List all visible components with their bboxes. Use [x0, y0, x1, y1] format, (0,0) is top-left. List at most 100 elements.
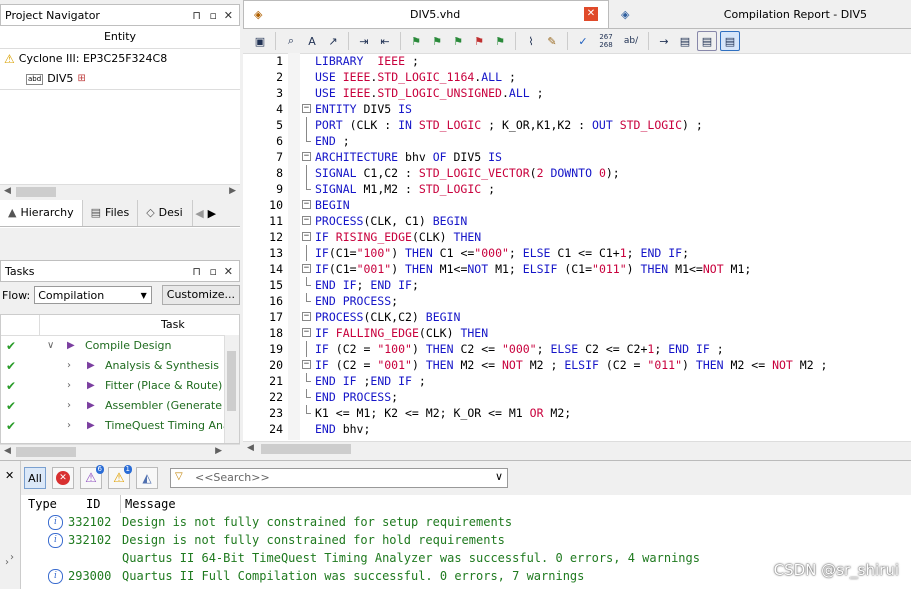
- tasks-pin-icon[interactable]: ⊓: [192, 261, 201, 283]
- task-hscrollbar[interactable]: ◀ ▶: [0, 444, 240, 460]
- task-row[interactable]: ✔ › ▶ TimeQuest Timing Analy:: [1, 416, 239, 436]
- messages-expand-icon[interactable]: ›: [5, 557, 9, 568]
- filter-warning-button[interactable]: ⚠ 1: [108, 465, 132, 489]
- task-vscroll-thumb[interactable]: [227, 351, 236, 411]
- task-row[interactable]: ✔ › ▶ Fitter (Place & Route): [1, 376, 239, 396]
- goto-icon[interactable]: ↗: [324, 32, 342, 50]
- tab-div5-vhd[interactable]: ◈ DIV5.vhd ✕: [243, 0, 609, 28]
- editor-hscrollbar[interactable]: ◀: [243, 441, 911, 457]
- bookmark-all-icon[interactable]: ⚑: [491, 32, 509, 50]
- pin-icon[interactable]: ⊓: [192, 5, 201, 27]
- navigator-hscrollbar[interactable]: ◀ ▶: [0, 184, 240, 200]
- restore-icon[interactable]: ▫: [210, 5, 217, 27]
- filter-critical-warning-button[interactable]: ⚠ 6: [80, 465, 104, 489]
- tasks-restore-icon[interactable]: ▫: [210, 261, 217, 283]
- task-column-header[interactable]: Task: [161, 315, 185, 335]
- play-icon[interactable]: ▶: [87, 356, 95, 376]
- code-line[interactable]: 20 − IF (C2 = "001") THEN M2 <= NOT M2 ; E…: [243, 357, 911, 373]
- tasks-close-icon[interactable]: ✕: [224, 261, 233, 283]
- device-row[interactable]: ⚠ Cyclone III: EP3C25F324C8: [0, 49, 240, 69]
- tab-scroll-left-icon[interactable]: ◀: [193, 207, 205, 220]
- close-tab-icon[interactable]: ✕: [584, 7, 598, 21]
- code-line[interactable]: 11 − PROCESS(CLK, C1) BEGIN: [243, 213, 911, 229]
- task-scroll-left-icon[interactable]: ◀: [4, 446, 11, 456]
- tab-hierarchy[interactable]: ▲ Hierarchy: [0, 200, 83, 226]
- messages-close-icon[interactable]: ✕: [5, 469, 14, 482]
- type-column[interactable]: Type: [28, 497, 57, 511]
- indent-icon[interactable]: ⇥: [355, 32, 373, 50]
- tab-scroll-right-icon[interactable]: ▶: [206, 207, 218, 220]
- page-active-icon[interactable]: ▤: [720, 31, 740, 51]
- filter-error-button[interactable]: ✕: [52, 467, 74, 489]
- message-row[interactable]: i 332102 Design is not fully constrained f…: [24, 513, 911, 531]
- fold-collapse-icon[interactable]: −: [302, 200, 311, 209]
- task-row[interactable]: ✔ › ▶ Assembler (Generate pr: [1, 396, 239, 416]
- code-line[interactable]: 12 − IF RISING_EDGE(CLK) THEN: [243, 229, 911, 245]
- search-dropdown-icon[interactable]: ∨: [495, 470, 503, 483]
- scroll-left-icon[interactable]: ◀: [4, 186, 11, 196]
- collapse-icon[interactable]: ∨: [47, 336, 54, 356]
- fold-collapse-icon[interactable]: −: [302, 312, 311, 321]
- entity-row[interactable]: abd DIV5 ⊞: [0, 69, 240, 90]
- code-line[interactable]: 18 − IF FALLING_EDGE(CLK) THEN: [243, 325, 911, 341]
- code-line[interactable]: 5 PORT (CLK : IN STD_LOGIC ; K_OR,K1,K2 :…: [243, 117, 911, 133]
- editor-scroll-left-icon[interactable]: ◀: [247, 443, 254, 453]
- code-line[interactable]: 1 LIBRARY IEEE ;: [243, 53, 911, 69]
- template-scroll-icon[interactable]: ✎: [543, 32, 561, 50]
- filter-suppressed-button[interactable]: ◭: [136, 467, 158, 489]
- unindent-icon[interactable]: ⇤: [376, 32, 394, 50]
- page-icon[interactable]: ▤: [676, 32, 694, 50]
- code-line[interactable]: 3 USE IEEE.STD_LOGIC_UNSIGNED.ALL ;: [243, 85, 911, 101]
- id-column[interactable]: ID: [86, 497, 100, 511]
- filter-all-button[interactable]: All: [24, 467, 46, 489]
- code-line[interactable]: 19 IF (C2 = "100") THEN C2 <= "000"; ELSE…: [243, 341, 911, 357]
- bookmark-icon[interactable]: ⚑: [407, 32, 425, 50]
- scroll-thumb[interactable]: [16, 187, 56, 197]
- code-line[interactable]: 24 END bhv;: [243, 421, 911, 437]
- code-line[interactable]: 15 END IF; END IF;: [243, 277, 911, 293]
- task-vscrollbar[interactable]: [224, 335, 239, 443]
- page-left-icon[interactable]: ▤: [697, 31, 717, 51]
- task-scroll-right-icon[interactable]: ▶: [215, 446, 222, 456]
- code-line[interactable]: 8 SIGNAL C1,C2 : STD_LOGIC_VECTOR(2 DOWNT…: [243, 165, 911, 181]
- task-row[interactable]: ✔ › ▶ Analysis & Synthesis: [1, 356, 239, 376]
- attach-icon[interactable]: ⌇: [522, 32, 540, 50]
- fold-collapse-icon[interactable]: −: [302, 328, 311, 337]
- code-line[interactable]: 16 END PROCESS;: [243, 293, 911, 309]
- fold-collapse-icon[interactable]: −: [302, 104, 311, 113]
- expand-icon[interactable]: ›: [67, 356, 71, 376]
- find-replace-icon[interactable]: A: [303, 32, 321, 50]
- code-line[interactable]: 6 END ;: [243, 133, 911, 149]
- fold-collapse-icon[interactable]: −: [302, 152, 311, 161]
- play-icon[interactable]: ▶: [67, 336, 75, 356]
- code-line[interactable]: 10 − BEGIN: [243, 197, 911, 213]
- line-number-toggle[interactable]: 267 268: [595, 32, 617, 50]
- editor-hscroll-thumb[interactable]: [261, 444, 351, 454]
- code-line[interactable]: 23 K1 <= M1; K2 <= M2; K_OR <= M1 OR M2;: [243, 405, 911, 421]
- bookmark-prev-icon[interactable]: ⚑: [449, 32, 467, 50]
- tab-compilation-report[interactable]: ◈ Compilation Report - DIV5: [609, 0, 911, 28]
- tab-design-units[interactable]: ◇ Desi: [138, 200, 194, 226]
- fold-collapse-icon[interactable]: −: [302, 232, 311, 241]
- expand-icon[interactable]: ›: [67, 416, 71, 436]
- code-line[interactable]: 7 − ARCHITECTURE bhv OF DIV5 IS: [243, 149, 911, 165]
- filter-funnel-icon[interactable]: ▽: [175, 471, 183, 482]
- tab-files[interactable]: ▤ Files: [83, 200, 139, 226]
- code-editor[interactable]: 1 LIBRARY IEEE ; 2 USE IEEE.STD_LOGIC_1164.…: [243, 53, 911, 440]
- close-icon[interactable]: ✕: [224, 5, 233, 27]
- code-line[interactable]: 4 − ENTITY DIV5 IS: [243, 101, 911, 117]
- fold-collapse-icon[interactable]: −: [302, 216, 311, 225]
- find-icon[interactable]: ⌕: [282, 32, 300, 50]
- bookmark-clear-icon[interactable]: ⚑: [470, 32, 488, 50]
- message-column[interactable]: Message: [125, 497, 176, 511]
- expand-icon[interactable]: ›: [67, 376, 71, 396]
- scroll-right-icon[interactable]: ▶: [229, 186, 236, 196]
- fold-collapse-icon[interactable]: −: [302, 264, 311, 273]
- task-row[interactable]: ✔ ∨ ▶ Compile Design: [1, 336, 239, 356]
- message-row[interactable]: i 332102 Design is not fully constrained f…: [24, 531, 911, 549]
- comment-toggle[interactable]: ab/: [620, 32, 642, 50]
- entity-column-header[interactable]: Entity: [0, 26, 240, 49]
- bookmark-next-icon[interactable]: ⚑: [428, 32, 446, 50]
- message-search[interactable]: ▽ <<Search>> ∨: [170, 468, 508, 488]
- code-line[interactable]: 2 USE IEEE.STD_LOGIC_1164.ALL ;: [243, 69, 911, 85]
